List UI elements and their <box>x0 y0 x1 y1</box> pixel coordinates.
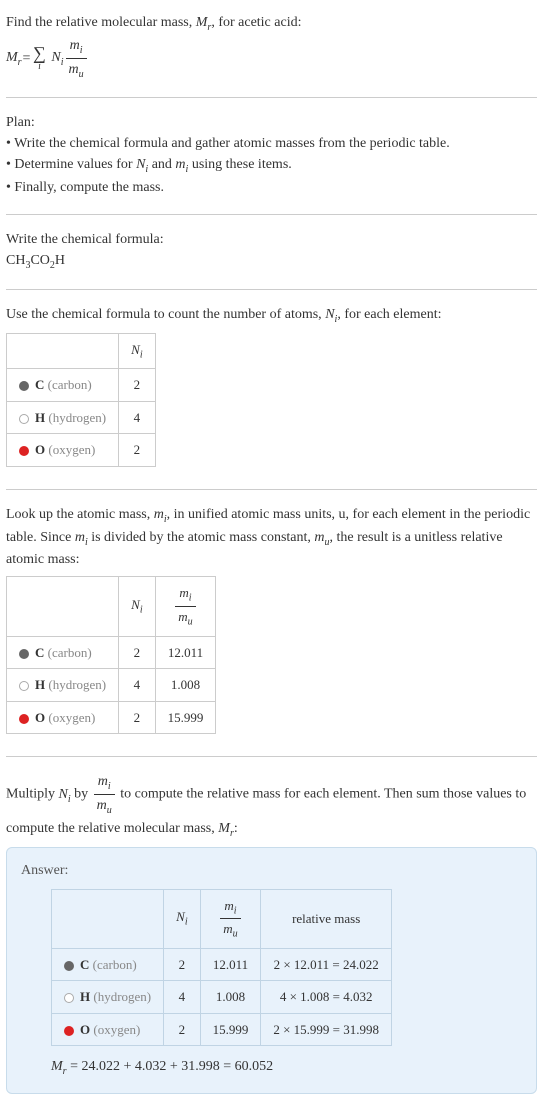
divider <box>6 97 537 98</box>
carbon-dot-icon <box>64 961 74 971</box>
relative-mass-header: relative mass <box>261 889 392 948</box>
answer-box: Answer: Ni mi mu relative mass C (carbon… <box>6 847 537 1094</box>
chemical-formula-section: Write the chemical formula: CH3CO2H <box>6 225 537 283</box>
plan-bullet-3: • Finally, compute the mass. <box>6 177 537 198</box>
table-row: O (oxygen) 2 15.999 <box>7 701 216 734</box>
divider <box>6 214 537 215</box>
count-lead: Use the chemical formula to count the nu… <box>6 304 537 327</box>
plan-section: Plan: • Write the chemical formula and g… <box>6 108 537 208</box>
intro-text-b: , for acetic acid: <box>211 15 301 30</box>
intro-line: Find the relative molecular mass, Mr, fo… <box>6 12 537 35</box>
multiply-section: Multiply Ni by mimu to compute the relat… <box>6 767 537 1104</box>
table-row: Ni mi mu relative mass <box>52 889 392 948</box>
table-row: Ni <box>7 333 156 369</box>
divider <box>6 289 537 290</box>
answer-table: Ni mi mu relative mass C (carbon) 2 12.0… <box>51 889 392 1047</box>
carbon-dot-icon <box>19 381 29 391</box>
table-row: Ni mi mu <box>7 577 216 636</box>
table-row: C (carbon) 2 12.011 <box>7 636 216 669</box>
chem-formula: CH3CO2H <box>6 250 537 273</box>
table-row: H (hydrogen) 4 1.008 4 × 1.008 = 4.032 <box>52 981 392 1014</box>
table-row: C (carbon) 2 <box>7 369 156 402</box>
table-row: O (oxygen) 2 <box>7 434 156 467</box>
sigma-icon: ∑ i <box>33 44 46 72</box>
table-row: H (hydrogen) 4 1.008 <box>7 669 216 702</box>
table-row: H (hydrogen) 4 <box>7 401 156 434</box>
table-row: C (carbon) 2 12.011 2 × 12.011 = 24.022 <box>52 948 392 981</box>
carbon-dot-icon <box>19 649 29 659</box>
count-section: Use the chemical formula to count the nu… <box>6 300 537 483</box>
intro-text-a: Find the relative molecular mass, <box>6 15 196 30</box>
oxygen-dot-icon <box>19 714 29 724</box>
table-row: O (oxygen) 2 15.999 2 × 15.999 = 31.998 <box>52 1013 392 1046</box>
hydrogen-dot-icon <box>64 993 74 1003</box>
final-result: Mr = 24.022 + 4.032 + 31.998 = 60.052 <box>51 1056 522 1079</box>
intro-formula: Mr = ∑ i Ni mi mu <box>6 35 537 82</box>
lookup-lead: Look up the atomic mass, mi, in unified … <box>6 504 537 571</box>
plan-title: Plan: <box>6 112 537 133</box>
multiply-lead: Multiply Ni by mimu to compute the relat… <box>6 771 537 840</box>
divider <box>6 489 537 490</box>
lookup-table: Ni mi mu C (carbon) 2 12.011 H (hydrogen… <box>6 576 216 734</box>
intro-section: Find the relative molecular mass, Mr, fo… <box>6 8 537 91</box>
plan-bullet-1: • Write the chemical formula and gather … <box>6 133 537 154</box>
divider <box>6 756 537 757</box>
hydrogen-dot-icon <box>19 681 29 691</box>
oxygen-dot-icon <box>19 446 29 456</box>
answer-title: Answer: <box>21 860 522 881</box>
lookup-section: Look up the atomic mass, mi, in unified … <box>6 500 537 750</box>
count-table: Ni C (carbon) 2 H (hydrogen) 4 O (oxygen… <box>6 333 156 467</box>
oxygen-dot-icon <box>64 1026 74 1036</box>
plan-bullet-2: • Determine values for Ni and mi using t… <box>6 154 537 177</box>
chem-title: Write the chemical formula: <box>6 229 537 250</box>
hydrogen-dot-icon <box>19 414 29 424</box>
